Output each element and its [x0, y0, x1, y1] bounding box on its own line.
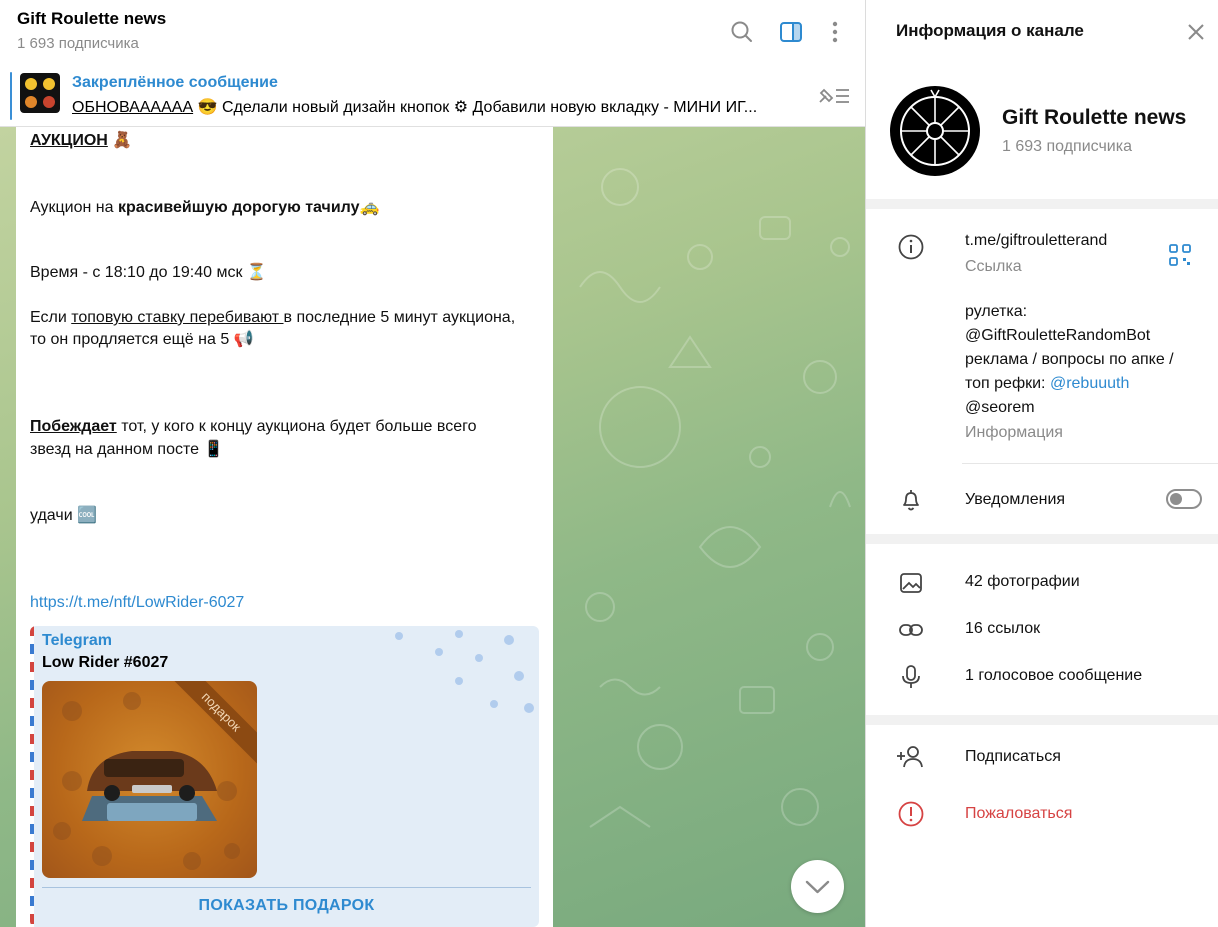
heading-emoji: 🧸: [112, 132, 133, 149]
shared-links[interactable]: 16 ссылок: [965, 617, 1040, 641]
section-divider: [866, 534, 1218, 544]
pinned-message-bar[interactable]: Закреплённое сообщение ОБНОВАААААА 😎 Сде…: [0, 66, 865, 127]
channel-info-panel: Информация о канале Gift Roulette news 1…: [865, 0, 1218, 927]
message-rule-line1: Если топовую ставку перебивают в последн…: [30, 307, 515, 329]
more-vertical-icon[interactable]: [822, 19, 848, 45]
pinned-text-underlined: ОБНОВАААААА: [72, 99, 194, 116]
channel-name: Gift Roulette news: [1002, 106, 1187, 129]
description-bot-link[interactable]: @GiftRouletteRandomBot: [965, 324, 1150, 348]
channel-link[interactable]: t.me/giftrouletterand: [965, 229, 1107, 253]
sidebar-toggle-icon[interactable]: [778, 19, 804, 45]
win-bold: Побеждает: [30, 418, 117, 435]
section-divider: [866, 199, 1218, 209]
section-divider: [866, 715, 1218, 725]
channel-link-label: Ссылка: [965, 258, 1022, 275]
chat-header: Gift Roulette news 1 693 подписчика: [0, 0, 865, 67]
heading-text: АУКЦИОН: [30, 132, 108, 149]
add-user-icon: [895, 743, 923, 771]
line-car-emoji: 🚕: [359, 199, 380, 216]
rule-b: в последние 5 минут аукциона,: [283, 309, 516, 326]
microphone-icon: [897, 663, 925, 691]
card-divider: [42, 887, 531, 888]
message-line-car: Аукцион на красивейшую дорогую тачилу🚕: [30, 197, 379, 219]
line-car-plain: Аукцион на: [30, 199, 118, 216]
description-user-link-2[interactable]: @seorem: [965, 396, 1035, 420]
thin-divider: [962, 463, 1218, 464]
description-line-3: реклама / вопросы по апке /: [965, 351, 1174, 368]
description-line-1: рулетка:: [965, 303, 1028, 320]
paw-pattern: [395, 630, 534, 713]
subscribe-button[interactable]: Подписаться: [965, 745, 1061, 769]
unpin-list-icon[interactable]: [816, 84, 852, 108]
message-win-line2: звезд на данном посте 📱: [30, 441, 224, 458]
rule-a: Если: [30, 309, 72, 326]
message-rule-line2: то он продляется ещё на 5 📢: [30, 331, 254, 348]
show-gift-button[interactable]: ПОКАЗАТЬ ПОДАРОК: [42, 897, 531, 915]
toggle-knob: [1170, 493, 1182, 505]
description-line-4-text: топ рефки:: [965, 375, 1050, 392]
pinned-title: Закреплённое сообщение: [72, 74, 278, 91]
preview-source: Telegram: [42, 632, 112, 649]
report-button[interactable]: Пожаловаться: [965, 802, 1072, 826]
preview-name: Low Rider #6027: [42, 654, 169, 671]
qr-code-icon[interactable]: [1166, 241, 1194, 269]
notifications-toggle[interactable]: [1166, 489, 1202, 509]
description-user-link-1[interactable]: @rebuuuth: [1050, 375, 1129, 392]
notifications-label: Уведомления: [965, 491, 1066, 508]
message-win-line1: Побеждает тот, у кого к концу аукциона б…: [30, 416, 477, 438]
card-stripe: [30, 626, 34, 927]
bell-icon: [897, 486, 925, 514]
shared-photos[interactable]: 42 фотографии: [965, 570, 1080, 594]
search-icon[interactable]: [729, 19, 755, 45]
report-icon: [897, 800, 925, 828]
close-icon[interactable]: [1185, 21, 1207, 43]
chevron-down-icon: [805, 880, 830, 894]
photo-icon: [897, 569, 925, 597]
win-a: тот, у кого к концу аукциона будет больш…: [116, 418, 477, 435]
link-preview-card[interactable]: Telegram Low Rider #6027 подарок ПОКАЗАТ…: [30, 626, 539, 927]
chat-title[interactable]: Gift Roulette news: [17, 9, 166, 29]
message-time: Время - с 18:10 до 19:40 мск ⏳: [30, 264, 267, 281]
pinned-indicator: [10, 72, 12, 120]
channel-subscribers: 1 693 подписчика: [1002, 138, 1132, 155]
shared-voice[interactable]: 1 голосовое сообщение: [965, 664, 1142, 688]
description-line-4: топ рефки: @rebuuuth: [965, 372, 1129, 396]
message-heading: АУКЦИОН 🧸: [30, 130, 132, 152]
channel-avatar[interactable]: [890, 86, 980, 176]
info-icon: [897, 233, 925, 261]
link-icon: [897, 616, 925, 644]
description-label: Информация: [965, 424, 1063, 441]
chat-subscribers: 1 693 подписчика: [17, 35, 139, 52]
gift-image[interactable]: подарок: [42, 681, 257, 878]
chat-area: Gift Roulette news 1 693 подписчика Закр…: [0, 0, 865, 927]
message-link[interactable]: https://t.me/nft/LowRider-6027: [30, 592, 244, 614]
panel-title: Информация о канале: [896, 21, 1084, 40]
roulette-wheel-icon: [900, 89, 970, 166]
pinned-text: ОБНОВАААААА 😎 Сделали новый дизайн кнопо…: [72, 97, 757, 117]
rule-underline: топовую ставку перебивают: [71, 309, 284, 326]
message-luck: удачи 🆒: [30, 507, 97, 524]
message-bubble: АУКЦИОН 🧸 Аукцион на красивейшую дорогую…: [16, 127, 553, 927]
scroll-down-button[interactable]: [791, 860, 844, 913]
pinned-thumbnail: [20, 73, 60, 113]
line-car-bold: красивейшую дорогую тачилу: [117, 199, 360, 216]
pinned-text-rest: 😎 Сделали новый дизайн кнопок ⚙ Добавили…: [193, 99, 758, 116]
